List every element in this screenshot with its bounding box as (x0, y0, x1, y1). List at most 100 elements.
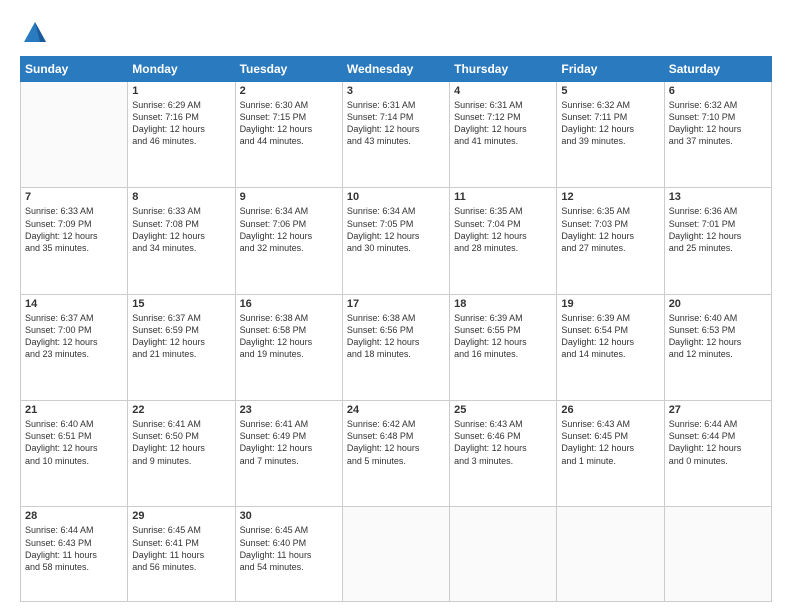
day-info: Sunrise: 6:29 AM Sunset: 7:16 PM Dayligh… (132, 99, 230, 148)
day-cell: 30 Sunrise: 6:45 AM Sunset: 6:40 PM Dayli… (235, 507, 342, 602)
day-cell: 16Sunrise: 6:38 AM Sunset: 6:58 PM Dayli… (235, 294, 342, 400)
day-cell: 21 Sunrise: 6:40 AM Sunset: 6:51 PM Dayli… (21, 401, 128, 507)
week-row-1: 7 Sunrise: 6:33 AM Sunset: 7:09 PM Daylig… (21, 188, 772, 294)
day-cell: 23 Sunrise: 6:41 AM Sunset: 6:49 PM Dayli… (235, 401, 342, 507)
day-info: Sunrise: 6:43 AM Sunset: 6:45 PM Dayligh… (561, 418, 659, 467)
day-number: 16 (240, 298, 338, 310)
day-info: Sunrise: 6:33 AM Sunset: 7:08 PM Dayligh… (132, 205, 230, 254)
header (20, 18, 772, 48)
day-cell: 17Sunrise: 6:38 AM Sunset: 6:56 PM Dayli… (342, 294, 449, 400)
day-info: Sunrise: 6:31 AM Sunset: 7:12 PM Dayligh… (454, 99, 552, 148)
day-cell: 8 Sunrise: 6:33 AM Sunset: 7:08 PM Daylig… (128, 188, 235, 294)
day-info: Sunrise: 6:31 AM Sunset: 7:14 PM Dayligh… (347, 99, 445, 148)
day-info: Sunrise: 6:39 AM Sunset: 6:54 PM Dayligh… (561, 312, 659, 361)
day-cell (21, 82, 128, 188)
day-info: Sunrise: 6:30 AM Sunset: 7:15 PM Dayligh… (240, 99, 338, 148)
day-info: Sunrise: 6:38 AM Sunset: 6:56 PM Dayligh… (347, 312, 445, 361)
day-info: Sunrise: 6:40 AM Sunset: 6:53 PM Dayligh… (669, 312, 767, 361)
day-number: 11 (454, 191, 552, 203)
day-info: Sunrise: 6:33 AM Sunset: 7:09 PM Dayligh… (25, 205, 123, 254)
day-info: Sunrise: 6:41 AM Sunset: 6:49 PM Dayligh… (240, 418, 338, 467)
day-number: 27 (669, 404, 767, 416)
week-row-2: 14 Sunrise: 6:37 AM Sunset: 7:00 PM Dayli… (21, 294, 772, 400)
day-number: 25 (454, 404, 552, 416)
logo (20, 18, 54, 48)
week-row-0: 1 Sunrise: 6:29 AM Sunset: 7:16 PM Daylig… (21, 82, 772, 188)
day-info: Sunrise: 6:43 AM Sunset: 6:46 PM Dayligh… (454, 418, 552, 467)
day-number: 24 (347, 404, 445, 416)
day-number: 3 (347, 85, 445, 97)
col-header-sunday: Sunday (21, 57, 128, 82)
week-row-3: 21 Sunrise: 6:40 AM Sunset: 6:51 PM Dayli… (21, 401, 772, 507)
day-number: 21 (25, 404, 123, 416)
day-info: Sunrise: 6:45 AM Sunset: 6:40 PM Dayligh… (240, 524, 338, 573)
day-info: Sunrise: 6:37 AM Sunset: 7:00 PM Dayligh… (25, 312, 123, 361)
day-cell: 27 Sunrise: 6:44 AM Sunset: 6:44 PM Dayli… (664, 401, 771, 507)
logo-icon (20, 18, 50, 48)
day-number: 8 (132, 191, 230, 203)
day-cell: 13Sunrise: 6:36 AM Sunset: 7:01 PM Dayli… (664, 188, 771, 294)
day-info: Sunrise: 6:41 AM Sunset: 6:50 PM Dayligh… (132, 418, 230, 467)
col-header-monday: Monday (128, 57, 235, 82)
day-cell: 22 Sunrise: 6:41 AM Sunset: 6:50 PM Dayli… (128, 401, 235, 507)
day-number: 22 (132, 404, 230, 416)
day-cell: 20 Sunrise: 6:40 AM Sunset: 6:53 PM Dayli… (664, 294, 771, 400)
day-number: 26 (561, 404, 659, 416)
col-header-tuesday: Tuesday (235, 57, 342, 82)
day-number: 12 (561, 191, 659, 203)
calendar: SundayMondayTuesdayWednesdayThursdayFrid… (20, 56, 772, 602)
day-number: 6 (669, 85, 767, 97)
day-info: Sunrise: 6:45 AM Sunset: 6:41 PM Dayligh… (132, 524, 230, 573)
day-info: Sunrise: 6:42 AM Sunset: 6:48 PM Dayligh… (347, 418, 445, 467)
day-number: 9 (240, 191, 338, 203)
day-cell (342, 507, 449, 602)
day-cell: 15 Sunrise: 6:37 AM Sunset: 6:59 PM Dayli… (128, 294, 235, 400)
day-number: 28 (25, 510, 123, 522)
day-number: 2 (240, 85, 338, 97)
day-number: 5 (561, 85, 659, 97)
day-info: Sunrise: 6:39 AM Sunset: 6:55 PM Dayligh… (454, 312, 552, 361)
day-number: 23 (240, 404, 338, 416)
week-row-4: 28Sunrise: 6:44 AM Sunset: 6:43 PM Dayli… (21, 507, 772, 602)
page: SundayMondayTuesdayWednesdayThursdayFrid… (0, 0, 792, 612)
col-header-thursday: Thursday (450, 57, 557, 82)
day-info: Sunrise: 6:32 AM Sunset: 7:11 PM Dayligh… (561, 99, 659, 148)
day-cell: 19 Sunrise: 6:39 AM Sunset: 6:54 PM Dayli… (557, 294, 664, 400)
day-info: Sunrise: 6:35 AM Sunset: 7:03 PM Dayligh… (561, 205, 659, 254)
day-info: Sunrise: 6:34 AM Sunset: 7:06 PM Dayligh… (240, 205, 338, 254)
day-number: 4 (454, 85, 552, 97)
day-cell: 12 Sunrise: 6:35 AM Sunset: 7:03 PM Dayli… (557, 188, 664, 294)
day-info: Sunrise: 6:37 AM Sunset: 6:59 PM Dayligh… (132, 312, 230, 361)
day-number: 19 (561, 298, 659, 310)
day-cell: 6 Sunrise: 6:32 AM Sunset: 7:10 PM Daylig… (664, 82, 771, 188)
day-number: 30 (240, 510, 338, 522)
day-info: Sunrise: 6:40 AM Sunset: 6:51 PM Dayligh… (25, 418, 123, 467)
day-cell: 7 Sunrise: 6:33 AM Sunset: 7:09 PM Daylig… (21, 188, 128, 294)
day-number: 15 (132, 298, 230, 310)
day-cell: 18 Sunrise: 6:39 AM Sunset: 6:55 PM Dayli… (450, 294, 557, 400)
day-number: 20 (669, 298, 767, 310)
day-cell: 29Sunrise: 6:45 AM Sunset: 6:41 PM Dayli… (128, 507, 235, 602)
day-number: 18 (454, 298, 552, 310)
day-cell (557, 507, 664, 602)
day-number: 13 (669, 191, 767, 203)
day-cell: 28Sunrise: 6:44 AM Sunset: 6:43 PM Dayli… (21, 507, 128, 602)
day-cell: 10Sunrise: 6:34 AM Sunset: 7:05 PM Dayli… (342, 188, 449, 294)
calendar-header-row: SundayMondayTuesdayWednesdayThursdayFrid… (21, 57, 772, 82)
day-info: Sunrise: 6:32 AM Sunset: 7:10 PM Dayligh… (669, 99, 767, 148)
day-cell (664, 507, 771, 602)
day-cell: 5 Sunrise: 6:32 AM Sunset: 7:11 PM Daylig… (557, 82, 664, 188)
col-header-friday: Friday (557, 57, 664, 82)
day-cell: 24 Sunrise: 6:42 AM Sunset: 6:48 PM Dayli… (342, 401, 449, 507)
day-cell: 11Sunrise: 6:35 AM Sunset: 7:04 PM Dayli… (450, 188, 557, 294)
day-number: 1 (132, 85, 230, 97)
day-info: Sunrise: 6:44 AM Sunset: 6:44 PM Dayligh… (669, 418, 767, 467)
day-cell: 14 Sunrise: 6:37 AM Sunset: 7:00 PM Dayli… (21, 294, 128, 400)
day-number: 14 (25, 298, 123, 310)
day-cell (450, 507, 557, 602)
day-number: 7 (25, 191, 123, 203)
col-header-wednesday: Wednesday (342, 57, 449, 82)
day-cell: 1 Sunrise: 6:29 AM Sunset: 7:16 PM Daylig… (128, 82, 235, 188)
col-header-saturday: Saturday (664, 57, 771, 82)
day-number: 10 (347, 191, 445, 203)
